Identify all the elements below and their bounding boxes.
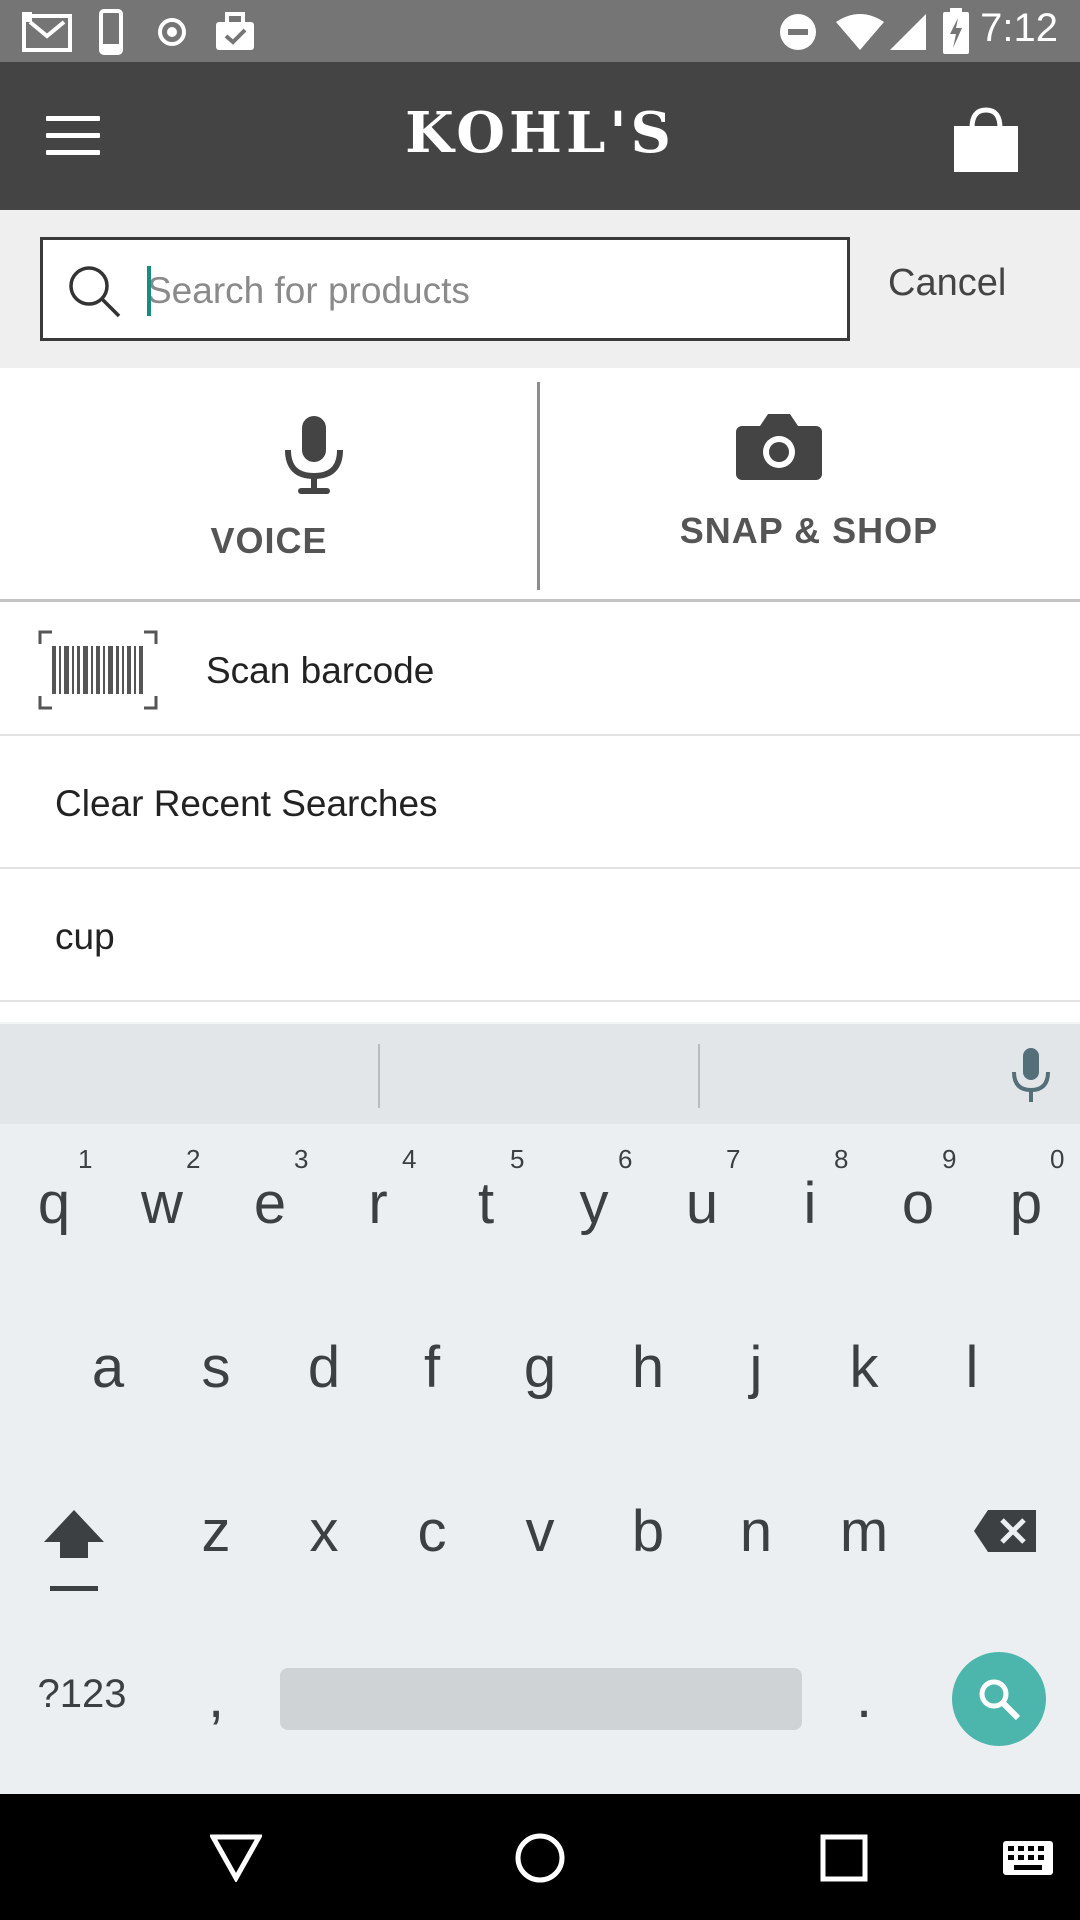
keyboard-switch-icon[interactable] [1002,1840,1054,1876]
key-hint-1: 1 [78,1144,93,1174]
phone-icon [99,9,123,55]
key-q[interactable]: q [14,1170,94,1237]
search-options: VOICE SNAP & SHOP [0,368,1080,602]
shift-icon[interactable] [42,1506,106,1594]
key-hint-0: 0 [1050,1144,1065,1174]
key-f[interactable]: f [392,1334,472,1401]
key-hint-4: 4 [402,1144,417,1174]
home-circle-icon[interactable] [514,1832,566,1884]
keyboard-search-button[interactable] [952,1652,1046,1746]
key-u[interactable]: u [662,1170,742,1237]
search-icon [979,1679,1021,1721]
key-s[interactable]: s [176,1334,256,1401]
key-hint-8: 8 [834,1144,849,1174]
record-icon [158,18,186,46]
navigation-bar [0,1794,1080,1920]
search-bar: Cancel [0,210,1080,368]
space-bar[interactable] [280,1668,802,1730]
key-x[interactable]: x [284,1498,364,1565]
do-not-disturb-icon [780,14,816,50]
key-n[interactable]: n [716,1498,796,1565]
app-bar: KOHL'S [0,62,1080,210]
key-v[interactable]: v [500,1498,580,1565]
voice-search-button[interactable]: VOICE [0,368,538,602]
symbols-key[interactable]: ?123 [22,1672,142,1717]
recent-search-item[interactable]: cup [0,870,1080,1002]
soft-keyboard: q w e r t y u i o p 1 2 3 4 5 6 7 8 9 0 … [0,1022,1080,1794]
kohls-logo: KOHL'S [405,100,675,166]
status-time: 7:12 [980,6,1058,50]
key-a[interactable]: a [68,1334,148,1401]
key-hint-5: 5 [510,1144,525,1174]
key-y[interactable]: y [554,1170,634,1237]
key-hint-2: 2 [186,1144,201,1174]
suggestion-separator [698,1044,700,1108]
key-l[interactable]: l [932,1334,1012,1401]
key-c[interactable]: c [392,1498,472,1565]
key-j[interactable]: j [716,1334,796,1401]
key-b[interactable]: b [608,1498,688,1565]
battery-charging-icon [943,8,969,54]
scan-barcode-row[interactable]: Scan barcode [0,604,1080,736]
key-d[interactable]: d [284,1334,364,1401]
signal-icon [890,14,926,50]
shopping-bag-icon[interactable] [950,104,1022,174]
key-e[interactable]: e [230,1170,310,1237]
wifi-icon [836,14,884,50]
key-o[interactable]: o [878,1170,958,1237]
cancel-button[interactable]: Cancel [888,262,1006,305]
key-h[interactable]: h [608,1334,688,1401]
recent-search-label: cup [55,916,115,957]
key-i[interactable]: i [770,1170,850,1237]
scan-barcode-label: Scan barcode [206,650,435,691]
backspace-icon[interactable] [972,1508,1038,1554]
back-triangle-icon[interactable] [210,1834,262,1882]
key-r[interactable]: r [338,1170,418,1237]
microphone-icon [285,416,343,494]
key-t[interactable]: t [446,1170,526,1237]
briefcase-check-icon [216,12,254,50]
key-w[interactable]: w [122,1170,202,1237]
voice-label: VOICE [210,520,328,561]
comma-key[interactable]: , [186,1664,246,1731]
key-hint-6: 6 [618,1144,633,1174]
snap-and-shop-button[interactable]: SNAP & SHOP [540,368,1078,602]
text-cursor [147,266,151,316]
keyboard-mic-icon[interactable] [1010,1048,1052,1104]
key-hint-3: 3 [294,1144,309,1174]
gmail-icon [22,12,72,52]
key-k[interactable]: k [824,1334,904,1401]
suggestion-separator [378,1044,380,1108]
search-box[interactable] [40,237,850,341]
clear-recent-searches-row[interactable]: Clear Recent Searches [0,737,1080,869]
period-key[interactable]: . [834,1664,894,1731]
search-icon [69,266,121,318]
key-g[interactable]: g [500,1334,580,1401]
recents-square-icon[interactable] [820,1834,868,1882]
snap-and-shop-label: SNAP & SHOP [679,510,939,551]
key-hint-7: 7 [726,1144,741,1174]
key-hint-9: 9 [942,1144,957,1174]
key-z[interactable]: z [176,1498,256,1565]
status-bar: 7:12 [0,0,1080,62]
key-m[interactable]: m [824,1498,904,1565]
search-input[interactable] [147,260,827,322]
key-p[interactable]: p [986,1170,1066,1237]
barcode-icon [38,630,158,710]
camera-icon [736,414,822,480]
clear-recent-searches-label: Clear Recent Searches [55,783,438,824]
suggestion-strip [0,1022,1080,1124]
